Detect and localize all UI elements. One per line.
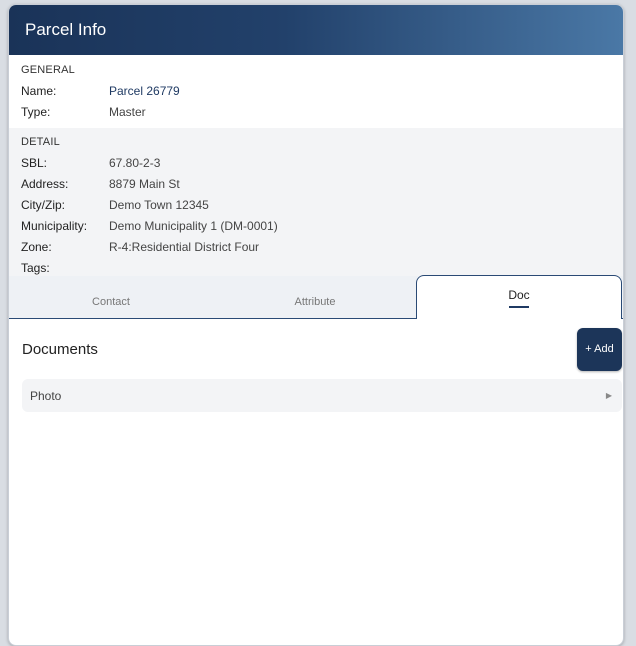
address-value: 8879 Main St xyxy=(109,176,180,191)
general-row-type: Type: Master xyxy=(21,101,611,122)
document-item-photo[interactable]: Photo ▶ xyxy=(22,379,622,412)
tab-label: Contact xyxy=(92,296,130,308)
panel-title: Parcel Info xyxy=(25,20,107,39)
general-row-name: Name: Parcel 26779 xyxy=(21,80,611,101)
field-label: Zone: xyxy=(21,239,52,254)
panel-header: Parcel Info xyxy=(9,5,623,55)
tab-label: Attribute xyxy=(294,296,336,308)
tab-attribute[interactable]: Attribute xyxy=(213,276,417,318)
active-tab-indicator xyxy=(509,305,529,308)
tab-contact[interactable]: Contact xyxy=(9,276,213,318)
detail-row-zone: Zone: R-4:Residential District Four xyxy=(21,236,611,257)
detail-section-title: DETAIL xyxy=(21,136,60,148)
field-label: Type: xyxy=(21,104,51,119)
field-label: City/Zip: xyxy=(21,197,66,212)
triangle-right-icon: ▶ xyxy=(605,391,612,400)
document-item-label: Photo xyxy=(30,388,62,403)
field-label: Name: xyxy=(21,83,57,98)
documents-title: Documents xyxy=(22,340,98,358)
detail-section: DETAIL SBL: 67.80-2-3 Address: 8879 Main… xyxy=(9,128,623,276)
detail-row-sbl: SBL: 67.80-2-3 xyxy=(21,152,611,173)
field-label: SBL: xyxy=(21,155,48,170)
detail-row-address: Address: 8879 Main St xyxy=(21,173,611,194)
parcel-info-panel: Parcel Info GENERAL Name: Parcel 26779 T… xyxy=(8,4,624,646)
detail-row-municipality: Municipality: Demo Municipality 1 (DM-00… xyxy=(21,215,611,236)
field-label: Municipality: xyxy=(21,218,88,233)
add-document-button[interactable]: + Add xyxy=(577,327,622,371)
general-section: GENERAL Name: Parcel 26779 Type: Master xyxy=(9,55,623,128)
documents-content: Documents + Add Photo ▶ xyxy=(9,319,623,420)
parcel-type-value: Master xyxy=(109,104,146,119)
parcel-name-value[interactable]: Parcel 26779 xyxy=(109,84,180,98)
tab-bar: Contact Attribute Doc xyxy=(9,275,623,319)
city-zip-value: Demo Town 12345 xyxy=(109,197,209,212)
detail-row-city-zip: City/Zip: Demo Town 12345 xyxy=(21,194,611,215)
field-label: Address: xyxy=(21,176,69,191)
tab-label: Doc xyxy=(508,287,530,302)
field-label: Tags: xyxy=(21,260,50,275)
documents-header: Documents + Add xyxy=(22,327,622,371)
general-section-title: GENERAL xyxy=(21,64,75,76)
zone-value: R-4:Residential District Four xyxy=(109,239,260,254)
municipality-value: Demo Municipality 1 (DM-0001) xyxy=(109,218,278,233)
sbl-value: 67.80-2-3 xyxy=(109,155,161,170)
tab-doc[interactable]: Doc xyxy=(416,275,622,319)
